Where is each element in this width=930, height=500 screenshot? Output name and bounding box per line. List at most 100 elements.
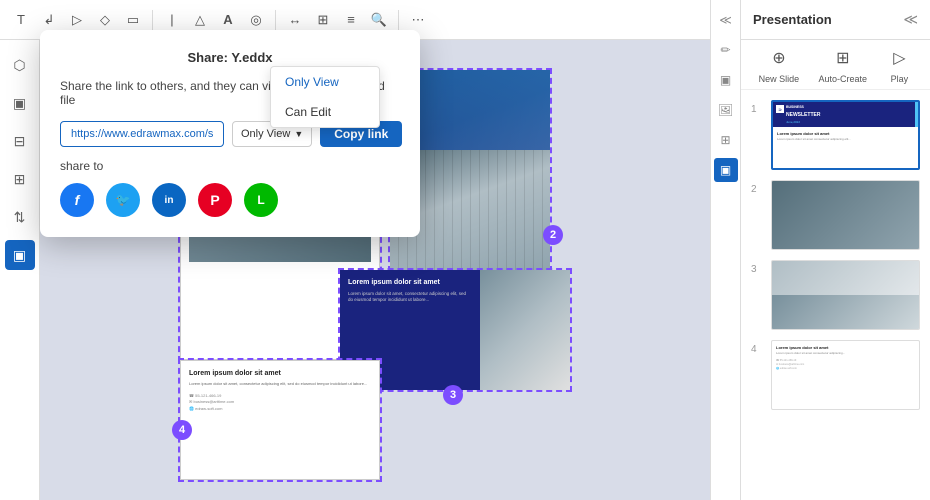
page3-paragraph: Lorem ipsum dolor sit amet, consectetur … [348,291,472,304]
slide-item-1[interactable]: 1 ⊃ BUSINESS NEWSLETTER June,2022 Lorem … [751,100,920,170]
rs-image-icon[interactable]: 🖼 [714,98,738,122]
page3-heading: Lorem ipsum dolor sit amet [348,278,472,287]
page4-paragraph: Lorem ipsum dolor sit amet, consectetur … [189,381,371,387]
right-sidebar-icons: ≪ ✏ ▣ 🖼 ⊞ ▣ [710,0,740,500]
page-badge-2: 2 [543,225,563,245]
twitter-share-button[interactable]: 🐦 [106,183,140,217]
slide-thumb-2[interactable] [771,180,920,250]
right-panel: Presentation ≪ ⊕ New Slide ⊞ Auto-Create… [740,0,930,500]
slide-item-3[interactable]: 3 [751,260,920,330]
new-slide-icon: ⊕ [766,45,792,71]
share-link-input[interactable] [60,121,224,147]
line-share-button[interactable]: L [244,183,278,217]
rs-present-icon[interactable]: ▣ [714,158,738,182]
view-dropdown-menu: Only View Can Edit [270,66,380,128]
slide-number-1: 1 [751,104,763,170]
toolbar-separator3 [398,10,399,30]
toolbar-separator [152,10,153,30]
rs-grid-icon[interactable]: ▣ [714,68,738,92]
slide-number-4: 4 [751,344,763,410]
new-slide-tool[interactable]: ⊕ New Slide [759,45,800,84]
dropdown-only-view[interactable]: Only View [271,67,379,97]
sidebar-shape-icon[interactable]: ⬡ [5,50,35,80]
toolbar-separator2 [275,10,276,30]
circle-icon[interactable]: ◎ [245,9,267,31]
main-canvas: T ↲ ▷ ◇ ▭ | △ A ◎ ↔ ⊞ ≡ 🔍 ⋯ ⬡ ▣ ⊟ ⊞ ⇅ ▣ … [0,0,740,500]
page-badge-4: 4 [172,420,192,440]
sidebar-image-icon[interactable]: ⊟ [5,126,35,156]
slide-number-2: 2 [751,184,763,250]
sidebar-exchange-icon[interactable]: ⇅ [5,202,35,232]
share-to-label: share to [60,159,400,173]
page-badge-3: 3 [443,385,463,405]
sidebar-present-icon[interactable]: ▣ [5,240,35,270]
thumb3-people [772,295,919,329]
arrow-tool-icon[interactable]: ↲ [38,9,60,31]
facebook-share-button[interactable]: f [60,183,94,217]
dropdown-chevron-icon: ▼ [294,129,303,139]
view-option-label: Only View [241,128,290,140]
slide-item-4[interactable]: 4 Lorem ipsum dolor sit amet Lorem ipsum… [751,340,920,410]
slide-page-4[interactable]: Lorem ipsum dolor sit amet Lorem ipsum d… [180,360,380,480]
slide-thumb-3[interactable] [771,260,920,330]
rs-pen-icon[interactable]: ✏ [714,38,738,62]
more-icon[interactable]: ⋯ [407,9,429,31]
text-a-icon[interactable]: A [217,9,239,31]
rs-expand-icon[interactable]: ≪ [714,8,738,32]
new-slide-label: New Slide [759,74,800,84]
slide-number-3: 3 [751,264,763,330]
thumb4-text: Lorem ipsum dolor sit amet consectetur a… [776,352,915,356]
diamond-icon[interactable]: ◇ [94,9,116,31]
thumb4-footer: ☎ 55-121-466-19✉ business@arttime.com🌐 e… [776,359,915,370]
line-icon[interactable]: | [161,9,183,31]
thumb1-accent [915,102,918,127]
slide-thumb-1[interactable]: ⊃ BUSINESS NEWSLETTER June,2022 Lorem ip… [771,100,920,170]
rs-expand2-icon[interactable]: ⊞ [714,128,738,152]
thumb1-date: June,2022 [786,120,800,124]
page4-footer: ☎ 55-121-466-19 ✉ business@arttime.com 🌐… [189,393,371,412]
linkedin-icon: in [165,195,174,206]
pinterest-icon: P [210,192,219,208]
rect-icon[interactable]: ▭ [122,9,144,31]
left-sidebar: ⬡ ▣ ⊟ ⊞ ⇅ ▣ [0,40,40,500]
page3-image [480,270,570,390]
page4-heading: Lorem ipsum dolor sit amet [189,369,371,378]
thumb1-text: Lorem ipsum dolor sit amet consectetur a… [777,138,914,142]
share-modal-title: Share: Y.eddx [60,50,400,65]
linkedin-share-button[interactable]: in [152,183,186,217]
right-panel-header: Presentation ≪ [741,0,930,40]
table-icon[interactable]: ≡ [340,9,362,31]
thumb1-body: Lorem ipsum dolor sit amet Lorem ipsum d… [773,127,918,146]
triangle-icon[interactable]: ▷ [66,9,88,31]
pinterest-share-button[interactable]: P [198,183,232,217]
facebook-icon: f [75,192,80,208]
zoom-icon[interactable]: 🔍 [368,9,390,31]
share-modal: Share: Y.eddx Share the link to others, … [40,30,420,237]
twitter-icon: 🐦 [116,193,131,207]
slides-list: 1 ⊃ BUSINESS NEWSLETTER June,2022 Lorem … [741,90,930,500]
thumb1-newsletter: NEWSLETTER [786,112,820,118]
social-icons-row: f 🐦 in P L [60,183,400,217]
slide-thumb-4[interactable]: Lorem ipsum dolor sit amet Lorem ipsum d… [771,340,920,410]
auto-create-icon: ⊞ [830,45,856,71]
thumb1-logo: ⊃ [776,105,784,113]
play-tool[interactable]: ▷ Play [886,45,912,84]
right-panel-toolbar: ⊕ New Slide ⊞ Auto-Create ▷ Play [741,40,930,90]
line-icon: L [257,193,264,207]
panel-expand-icon[interactable]: ≪ [903,11,918,28]
play-label: Play [891,74,909,84]
sidebar-table-icon[interactable]: ⊞ [5,164,35,194]
play-icon: ▷ [886,45,912,71]
right-panel-title: Presentation [753,12,832,27]
shape-icon[interactable]: △ [189,9,211,31]
resize-icon[interactable]: ↔ [284,9,306,31]
thumb1-header: ⊃ BUSINESS NEWSLETTER June,2022 [773,102,918,127]
sidebar-grid-icon[interactable]: ▣ [5,88,35,118]
dropdown-can-edit[interactable]: Can Edit [271,97,379,127]
auto-create-tool[interactable]: ⊞ Auto-Create [819,45,868,84]
thumb4-heading: Lorem ipsum dolor sit amet [776,345,915,350]
grid-icon[interactable]: ⊞ [312,9,334,31]
slide-item-2[interactable]: 2 [751,180,920,250]
text-tool-icon[interactable]: T [10,9,32,31]
thumb1-heading: Lorem ipsum dolor sit amet [777,131,914,136]
